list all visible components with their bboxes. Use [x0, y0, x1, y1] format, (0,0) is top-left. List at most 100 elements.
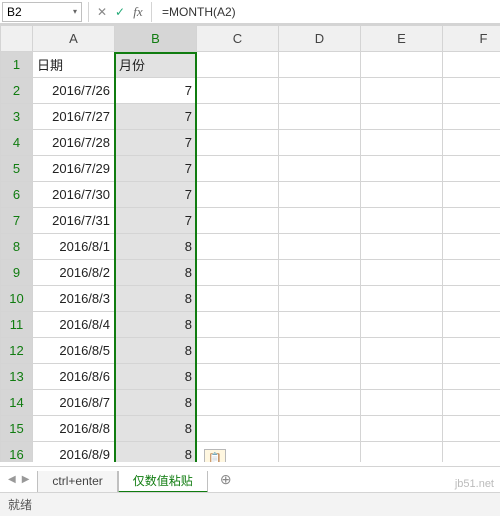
sheet-tab[interactable]: 仅数值粘贴 [118, 471, 208, 493]
row-header[interactable]: 3 [1, 104, 33, 130]
cell-D7[interactable] [279, 208, 361, 234]
cell-E3[interactable] [361, 104, 443, 130]
cell-A6[interactable]: 2016/7/30 [33, 182, 115, 208]
cell-F12[interactable] [443, 338, 500, 364]
cell-B11[interactable]: 8 [115, 312, 197, 338]
cancel-button[interactable]: ✕ [93, 2, 111, 22]
cell-A2[interactable]: 2016/7/26 [33, 78, 115, 104]
cell-B2[interactable]: 7 [115, 78, 197, 104]
sheet-nav[interactable]: ◀ ▶ [0, 474, 37, 485]
cell-D5[interactable] [279, 156, 361, 182]
cell-D4[interactable] [279, 130, 361, 156]
cell-B16[interactable]: 8 [115, 442, 197, 463]
add-sheet-button[interactable]: ⊕ [214, 471, 238, 488]
cell-C7[interactable] [197, 208, 279, 234]
cell-E8[interactable] [361, 234, 443, 260]
name-box[interactable]: B2 ▾ [2, 2, 82, 22]
cell-D15[interactable] [279, 416, 361, 442]
cell-A8[interactable]: 2016/8/1 [33, 234, 115, 260]
cell-D9[interactable] [279, 260, 361, 286]
cell-B8[interactable]: 8 [115, 234, 197, 260]
row-header[interactable]: 13 [1, 364, 33, 390]
cell-F3[interactable] [443, 104, 500, 130]
row-header[interactable]: 9 [1, 260, 33, 286]
column-header-B[interactable]: B [115, 26, 197, 52]
cell-A1[interactable]: 日期 [33, 52, 115, 78]
cell-B9[interactable]: 8 [115, 260, 197, 286]
cell-C9[interactable] [197, 260, 279, 286]
cell-C15[interactable] [197, 416, 279, 442]
cell-F16[interactable] [443, 442, 500, 463]
cell-E14[interactable] [361, 390, 443, 416]
cell-F2[interactable] [443, 78, 500, 104]
cell-A9[interactable]: 2016/8/2 [33, 260, 115, 286]
cell-D12[interactable] [279, 338, 361, 364]
nav-next-icon[interactable]: ▶ [22, 474, 30, 485]
cell-F5[interactable] [443, 156, 500, 182]
cell-E2[interactable] [361, 78, 443, 104]
cell-B14[interactable]: 8 [115, 390, 197, 416]
cell-B7[interactable]: 7 [115, 208, 197, 234]
column-header-E[interactable]: E [361, 26, 443, 52]
cell-E4[interactable] [361, 130, 443, 156]
column-header-A[interactable]: A [33, 26, 115, 52]
formula-input[interactable]: =MONTH(A2) [156, 5, 500, 19]
cell-B3[interactable]: 7 [115, 104, 197, 130]
cell-B5[interactable]: 7 [115, 156, 197, 182]
cell-A3[interactable]: 2016/7/27 [33, 104, 115, 130]
column-header-C[interactable]: C [197, 26, 279, 52]
cell-F15[interactable] [443, 416, 500, 442]
cell-E13[interactable] [361, 364, 443, 390]
paste-options-button[interactable]: 📋 [204, 449, 226, 462]
cell-F7[interactable] [443, 208, 500, 234]
row-header[interactable]: 15 [1, 416, 33, 442]
row-header[interactable]: 16 [1, 442, 33, 463]
cell-A11[interactable]: 2016/8/4 [33, 312, 115, 338]
cell-C3[interactable] [197, 104, 279, 130]
cell-F6[interactable] [443, 182, 500, 208]
cell-A4[interactable]: 2016/7/28 [33, 130, 115, 156]
cell-D13[interactable] [279, 364, 361, 390]
row-header[interactable]: 11 [1, 312, 33, 338]
cell-F8[interactable] [443, 234, 500, 260]
cell-E5[interactable] [361, 156, 443, 182]
confirm-button[interactable]: ✓ [111, 2, 129, 22]
cell-C12[interactable] [197, 338, 279, 364]
cell-B4[interactable]: 7 [115, 130, 197, 156]
column-header-F[interactable]: F [443, 26, 500, 52]
cell-E16[interactable] [361, 442, 443, 463]
cell-A13[interactable]: 2016/8/6 [33, 364, 115, 390]
cell-F1[interactable] [443, 52, 500, 78]
cell-D14[interactable] [279, 390, 361, 416]
cell-B15[interactable]: 8 [115, 416, 197, 442]
select-all-corner[interactable] [1, 26, 33, 52]
cell-D1[interactable] [279, 52, 361, 78]
cell-A10[interactable]: 2016/8/3 [33, 286, 115, 312]
row-header[interactable]: 12 [1, 338, 33, 364]
cell-C2[interactable] [197, 78, 279, 104]
cell-B1[interactable]: 月份 [115, 52, 197, 78]
row-header[interactable]: 8 [1, 234, 33, 260]
cell-E9[interactable] [361, 260, 443, 286]
sheet-tab[interactable]: ctrl+enter [37, 471, 117, 493]
cell-D16[interactable] [279, 442, 361, 463]
nav-prev-icon[interactable]: ◀ [8, 474, 16, 485]
cell-D2[interactable] [279, 78, 361, 104]
cell-E15[interactable] [361, 416, 443, 442]
cell-D6[interactable] [279, 182, 361, 208]
row-header[interactable]: 4 [1, 130, 33, 156]
cell-C8[interactable] [197, 234, 279, 260]
row-header[interactable]: 6 [1, 182, 33, 208]
cell-C5[interactable] [197, 156, 279, 182]
column-header-D[interactable]: D [279, 26, 361, 52]
cell-E11[interactable] [361, 312, 443, 338]
cell-B6[interactable]: 7 [115, 182, 197, 208]
cell-C11[interactable] [197, 312, 279, 338]
cell-F4[interactable] [443, 130, 500, 156]
cell-A12[interactable]: 2016/8/5 [33, 338, 115, 364]
cell-E10[interactable] [361, 286, 443, 312]
worksheet-grid[interactable]: ABCDEF1日期月份22016/7/26732016/7/27742016/7… [0, 24, 500, 462]
cell-C4[interactable] [197, 130, 279, 156]
cell-B12[interactable]: 8 [115, 338, 197, 364]
cell-D10[interactable] [279, 286, 361, 312]
